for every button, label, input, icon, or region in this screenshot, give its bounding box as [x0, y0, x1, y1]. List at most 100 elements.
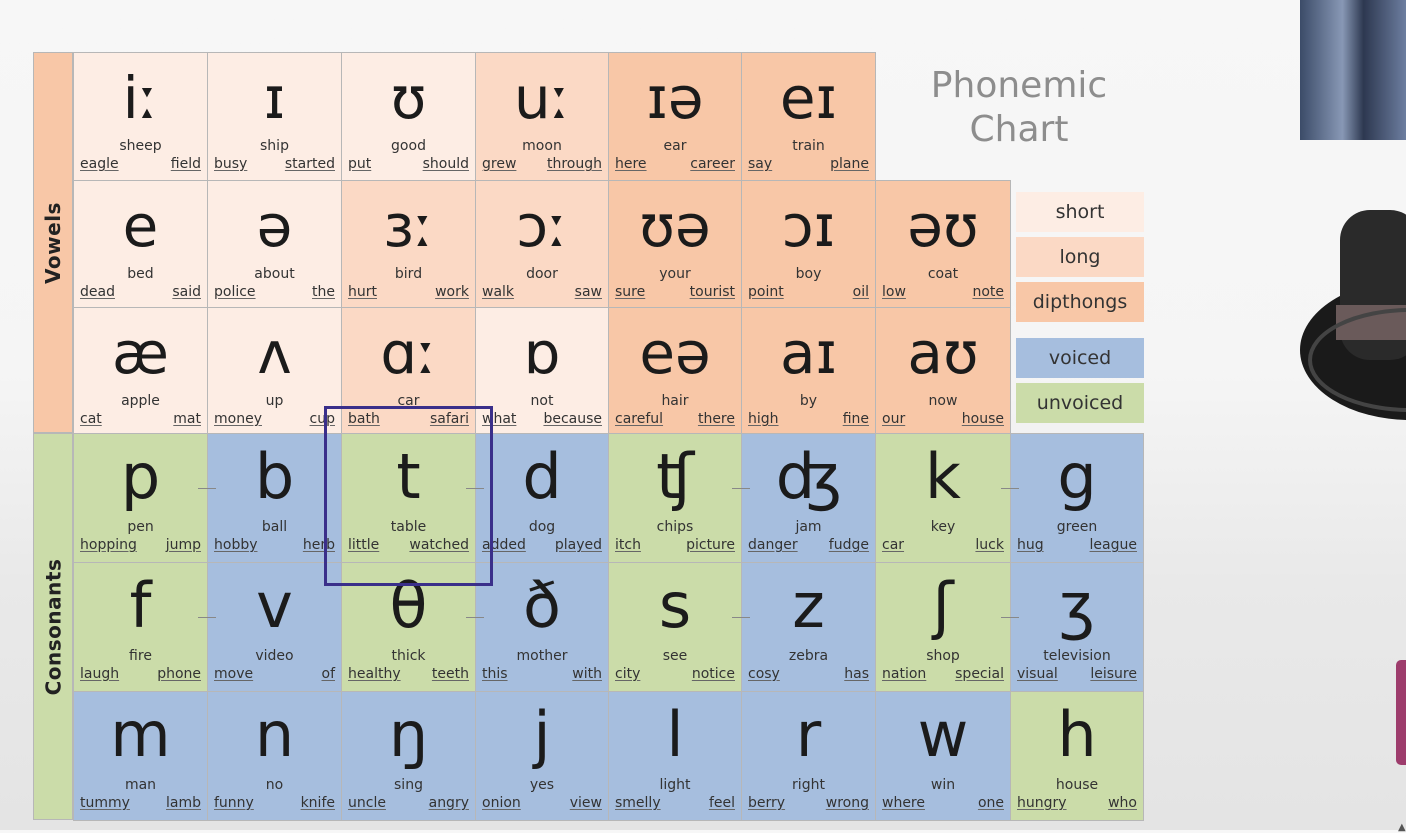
example-words: hug league [1017, 537, 1137, 553]
vowels-cell: eə hair careful there [608, 307, 742, 434]
example-word: feel [708, 795, 735, 811]
example-word: put [348, 156, 372, 172]
example-word: busy [214, 156, 248, 172]
example-word: has [844, 666, 869, 682]
example-word: because [543, 411, 602, 427]
example-word: mat [173, 411, 201, 427]
example-word: phone [157, 666, 201, 682]
key-word: apple [121, 393, 160, 409]
example-word: leisure [1090, 666, 1137, 682]
legend-voiced: voiced [1016, 338, 1144, 378]
vowels-cell: ʌ up money cup [207, 307, 342, 434]
consonants-cell: g green hug league [1010, 433, 1144, 563]
phoneme-symbol: d [522, 440, 562, 513]
example-word: itch [615, 537, 641, 553]
phoneme-symbol: j [533, 698, 551, 771]
key-word: hair [661, 393, 689, 409]
phoneme-symbol: ɪə [646, 64, 704, 132]
example-words: nation special [882, 666, 1004, 682]
example-word: started [284, 156, 335, 172]
consonants-cell: n no funny knife [207, 691, 342, 821]
consonants-side-label: Consonants [33, 433, 73, 820]
key-word: see [662, 648, 688, 664]
example-word: angry [428, 795, 469, 811]
example-word: the [312, 284, 335, 300]
vowels-cell: iː sheep eagle field [73, 52, 208, 181]
vowels-cell: ʊə your sure tourist [608, 180, 742, 308]
example-word: high [748, 411, 779, 427]
example-word: our [882, 411, 906, 427]
key-word: by [799, 393, 818, 409]
vowels-cell: uː moon grew through [475, 52, 609, 181]
example-words: low note [882, 284, 1004, 300]
legend-dipthongs: dipthongs [1016, 282, 1144, 322]
example-word: played [554, 537, 602, 553]
example-words: police the [214, 284, 335, 300]
example-word: dead [80, 284, 115, 300]
key-word: light [659, 777, 691, 793]
legend-long: long [1016, 237, 1144, 277]
example-word: onion [482, 795, 521, 811]
example-word: here [615, 156, 647, 172]
example-words: berry wrong [748, 795, 869, 811]
pair-connector [466, 617, 484, 618]
example-word: say [748, 156, 773, 172]
example-word: grew [482, 156, 517, 172]
example-word: fine [842, 411, 869, 427]
example-words: high fine [748, 411, 869, 427]
example-words: hopping jump [80, 537, 201, 553]
example-word: teeth [431, 666, 469, 682]
consonants-cell: ʧ chips itch picture [608, 433, 742, 563]
consonants-cell: j yes onion view [475, 691, 609, 821]
example-words: grew through [482, 156, 602, 172]
example-words: move of [214, 666, 335, 682]
example-word: jump [165, 537, 201, 553]
consonants-cell: z zebra cosy has [741, 562, 876, 692]
phoneme-symbol: ð [523, 569, 561, 642]
vowels-cell: ɔː door walk saw [475, 180, 609, 308]
consonants-cell: m man tummy lamb [73, 691, 208, 821]
example-word: laugh [80, 666, 120, 682]
example-word: money [214, 411, 262, 427]
example-words: laugh phone [80, 666, 201, 682]
consonants-cell: ʒ television visual leisure [1010, 562, 1144, 692]
vowels-cell: ɪ ship busy started [207, 52, 342, 181]
vowels-cell: aɪ by high fine [741, 307, 876, 434]
example-word: police [214, 284, 256, 300]
phoneme-symbol: ɔː [516, 192, 568, 260]
phoneme-symbol: ʒ [1059, 569, 1095, 642]
phoneme-symbol: e [122, 192, 159, 260]
example-words: where one [882, 795, 1004, 811]
phoneme-symbol: ŋ [388, 698, 429, 771]
example-word: point [748, 284, 784, 300]
example-word: tourist [689, 284, 735, 300]
cursor-icon: ▲ [1398, 822, 1406, 833]
key-word: not [530, 393, 554, 409]
consonants-cell: d dog added played [475, 433, 609, 563]
key-word: ear [663, 138, 687, 154]
vowels-cell: ɔɪ boy point oil [741, 180, 876, 308]
example-words: eagle field [80, 156, 201, 172]
phoneme-symbol: ɔɪ [781, 192, 836, 260]
phoneme-symbol: ʊə [639, 192, 711, 260]
example-word: this [482, 666, 508, 682]
consonants-cell: v video move of [207, 562, 342, 692]
key-word: jam [795, 519, 822, 535]
pair-connector [198, 488, 216, 489]
key-word: zebra [788, 648, 829, 664]
phoneme-symbol: ʊ [390, 64, 427, 132]
key-word: key [930, 519, 956, 535]
example-words: busy started [214, 156, 335, 172]
consonants-cell: k key car luck [875, 433, 1011, 563]
example-word: lamb [166, 795, 201, 811]
consonants-cell: r right berry wrong [741, 691, 876, 821]
key-word: moon [522, 138, 562, 154]
example-word: with [572, 666, 602, 682]
example-words: hungry who [1017, 795, 1137, 811]
example-word: eagle [80, 156, 119, 172]
example-word: hug [1017, 537, 1044, 553]
phoneme-symbol: h [1057, 698, 1097, 771]
vowels-cell: æ apple cat mat [73, 307, 208, 434]
vowels-cell: ɜː bird hurt work [341, 180, 476, 308]
example-word: note [972, 284, 1004, 300]
